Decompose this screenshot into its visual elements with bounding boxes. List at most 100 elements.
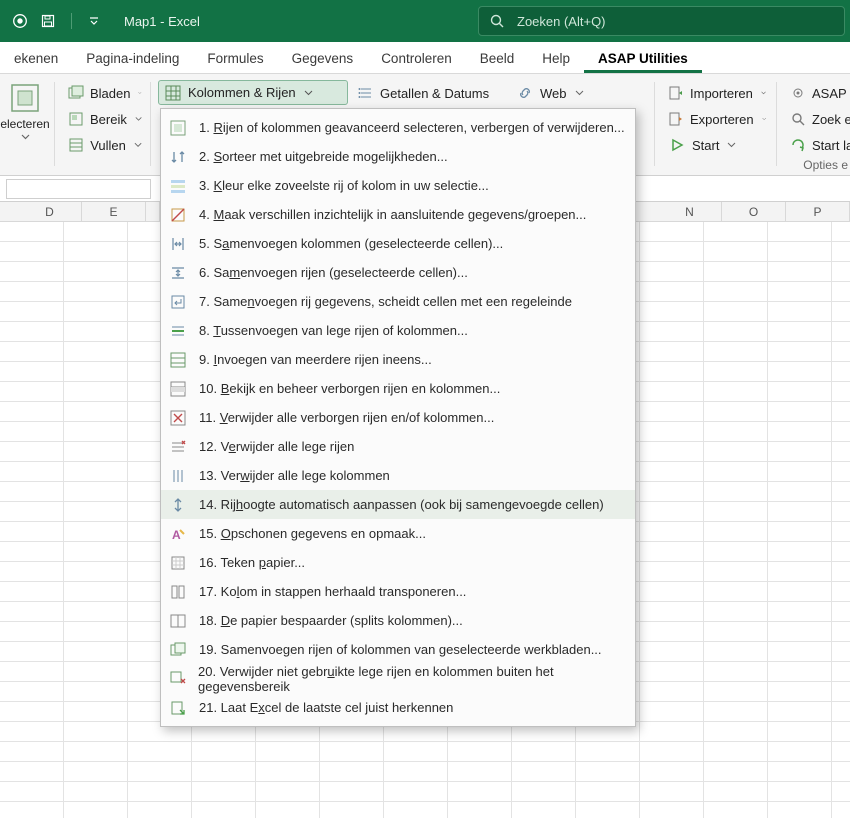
menu-label: 14. Rijhoogte automatisch aanpassen (ook…	[199, 497, 604, 512]
menu-item-8[interactable]: 8. Tussenvoegen van lege rijen of kolomm…	[161, 316, 635, 345]
chevron-down-icon	[21, 134, 30, 140]
columns-rows-icon	[164, 85, 182, 101]
tab-beeld[interactable]: Beeld	[466, 45, 529, 73]
menu-item-3[interactable]: 3. Kleur elke zoveelste rij of kolom in …	[161, 171, 635, 200]
bereik-button[interactable]: Bereik	[62, 106, 148, 132]
bladen-button[interactable]: Bladen	[62, 80, 148, 106]
window-title: Map1 - Excel	[124, 14, 200, 29]
menu-item-7[interactable]: 7. Samenvoegen rij gegevens, scheidt cel…	[161, 287, 635, 316]
kolommen-rijen-menu: 1. Rijen of kolommen geavanceerd selecte…	[160, 108, 636, 727]
menu-item-4[interactable]: 4. Maak verschillen inzichtelijk in aans…	[161, 200, 635, 229]
menu-label: 9. Invoegen van meerdere rijen ineens...	[199, 352, 432, 367]
autosave-toggle[interactable]	[8, 9, 32, 33]
menu-item-16[interactable]: 16. Teken papier...	[161, 548, 635, 577]
start-laatste-button[interactable]: Start laa	[784, 132, 850, 158]
tab-berekenen[interactable]: ekenen	[0, 45, 72, 73]
select-icon	[9, 82, 41, 114]
tab-gegevens[interactable]: Gegevens	[278, 45, 368, 73]
getallen-datums-button[interactable]: Getallen & Datums	[352, 80, 502, 106]
menu-label: 4. Maak verschillen inzichtelijk in aans…	[199, 207, 586, 222]
search-box[interactable]	[478, 6, 845, 36]
menu-item-9[interactable]: 9. Invoegen van meerdere rijen ineens...	[161, 345, 635, 374]
paper-icon	[169, 555, 187, 571]
search-input[interactable]	[517, 14, 834, 29]
menu-item-2[interactable]: 2. Sorteer met uitgebreide mogelijkheden…	[161, 142, 635, 171]
chevron-down-icon	[762, 116, 766, 122]
vullen-button[interactable]: Vullen	[62, 132, 148, 158]
col-O[interactable]: O	[722, 202, 786, 222]
menu-label: 12. Verwijder alle lege rijen	[199, 439, 354, 454]
chevron-down-icon	[304, 90, 313, 96]
qat-divider	[64, 9, 78, 33]
tab-pagina-indeling[interactable]: Pagina-indeling	[72, 45, 193, 73]
play-icon	[668, 137, 686, 153]
col-partial[interactable]	[146, 202, 160, 222]
menu-item-21[interactable]: 21. Laat Excel de laatste cel juist herk…	[161, 693, 635, 722]
kolommen-rijen-button[interactable]: Kolommen & Rijen	[158, 80, 348, 105]
menu-label: 18. De papier bespaarder (splits kolomme…	[199, 613, 463, 628]
tab-formules[interactable]: Formules	[193, 45, 277, 73]
search-icon	[790, 111, 806, 127]
col-P[interactable]: P	[786, 202, 850, 222]
merge-sheets-icon	[169, 642, 187, 658]
save-button[interactable]	[36, 9, 60, 33]
menu-item-10[interactable]: 10. Bekijk en beheer verborgen rijen en …	[161, 374, 635, 403]
title-bar: Map1 - Excel	[0, 0, 850, 42]
menu-item-18[interactable]: 18. De papier bespaarder (splits kolomme…	[161, 606, 635, 635]
menu-label: 15. Opschonen gegevens en opmaak...	[199, 526, 426, 541]
menu-item-17[interactable]: 17. Kolom in stappen herhaald transponer…	[161, 577, 635, 606]
merge-rows-icon	[169, 265, 187, 281]
chevron-down-icon	[134, 142, 142, 148]
hidden-rows-icon	[169, 381, 187, 397]
menu-item-20[interactable]: 20. Verwijder niet gebruikte lege rijen …	[161, 664, 635, 693]
range-icon	[68, 111, 84, 127]
start-button[interactable]: Start	[662, 132, 772, 158]
tab-help[interactable]: Help	[528, 45, 584, 73]
color-rows-icon	[169, 178, 187, 194]
chevron-down-icon	[88, 15, 100, 27]
importeren-button[interactable]: Importeren	[662, 80, 772, 106]
menu-label: 21. Laat Excel de laatste cel juist herk…	[199, 700, 453, 715]
menu-item-12[interactable]: 12. Verwijder alle lege rijen	[161, 432, 635, 461]
menu-item-6[interactable]: 6. Samenvoegen rijen (geselecteerde cell…	[161, 258, 635, 287]
select-advanced-icon	[169, 120, 187, 136]
menu-item-5[interactable]: 5. Samenvoegen kolommen (geselecteerde c…	[161, 229, 635, 258]
menu-label: 7. Samenvoegen rij gegevens, scheidt cel…	[199, 294, 572, 309]
zoek-en-button[interactable]: Zoek en	[784, 106, 850, 132]
qat-customize[interactable]	[82, 9, 106, 33]
tab-controleren[interactable]: Controleren	[367, 45, 466, 73]
save-icon	[40, 13, 56, 29]
menu-item-11[interactable]: 11. Verwijder alle verborgen rijen en/of…	[161, 403, 635, 432]
chevron-down-icon	[575, 90, 584, 96]
selecteren-button[interactable]: electeren	[0, 80, 50, 146]
menu-label: 6. Samenvoegen rijen (geselecteerde cell…	[199, 265, 468, 280]
menu-label: 3. Kleur elke zoveelste rij of kolom in …	[199, 178, 489, 193]
chevron-down-icon	[761, 90, 766, 96]
menu-label: 16. Teken papier...	[199, 555, 305, 570]
opties-label: Opties e	[784, 158, 850, 172]
col-N[interactable]: N	[658, 202, 722, 222]
export-icon	[668, 111, 684, 127]
menu-label: 13. Verwijder alle lege kolommen	[199, 468, 390, 483]
web-button[interactable]: Web	[510, 80, 590, 106]
svg-text:A: A	[172, 528, 181, 542]
autofit-height-icon	[169, 497, 187, 513]
col-D[interactable]: D	[18, 202, 82, 222]
exporteren-button[interactable]: Exporteren	[662, 106, 772, 132]
sheets-icon	[68, 85, 84, 101]
search-icon	[489, 13, 505, 29]
menu-item-15[interactable]: A 15. Opschonen gegevens en opmaak...	[161, 519, 635, 548]
menu-item-13[interactable]: 13. Verwijder alle lege kolommen	[161, 461, 635, 490]
tab-asap-utilities[interactable]: ASAP Utilities	[584, 45, 702, 73]
col-E[interactable]: E	[82, 202, 146, 222]
last-cell-icon	[169, 700, 187, 716]
menu-item-19[interactable]: 19. Samenvoegen rijen of kolommen van ge…	[161, 635, 635, 664]
asap-utilities-button[interactable]: ASAP Ut	[784, 80, 850, 106]
menu-item-14[interactable]: 14. Rijhoogte automatisch aanpassen (ook…	[161, 490, 635, 519]
menu-item-1[interactable]: 1. Rijen of kolommen geavanceerd selecte…	[161, 113, 635, 142]
name-box[interactable]	[6, 179, 151, 199]
delete-empty-rows-icon	[169, 439, 187, 455]
menu-label: 5. Samenvoegen kolommen (geselecteerde c…	[199, 236, 503, 251]
menu-label: 11. Verwijder alle verborgen rijen en/of…	[199, 410, 494, 425]
insert-blank-icon	[169, 323, 187, 339]
